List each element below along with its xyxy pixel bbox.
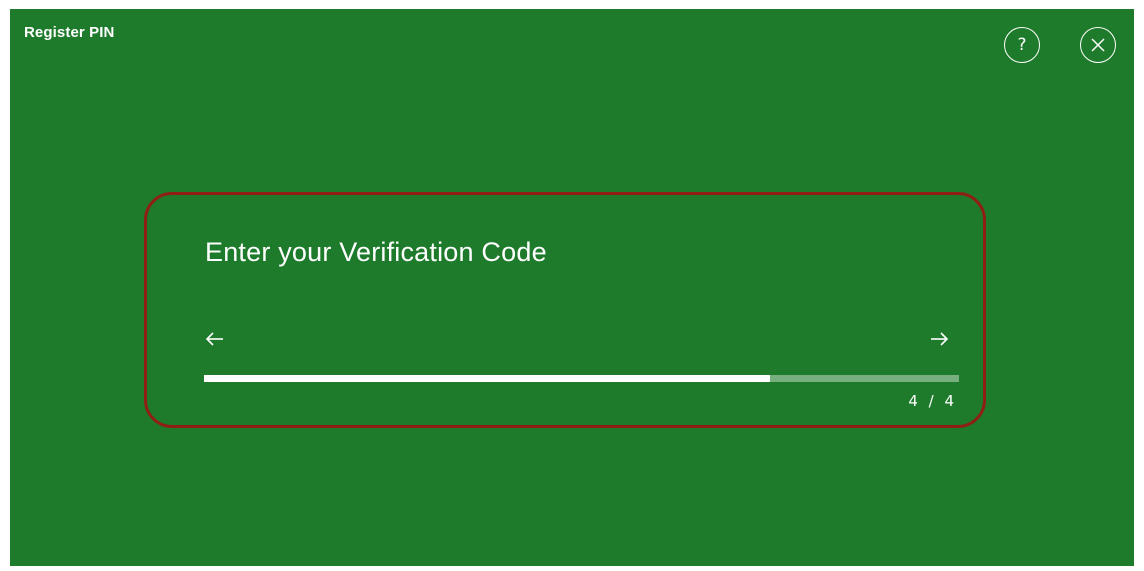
window-title: Register PIN — [24, 24, 115, 41]
progress-bar — [204, 375, 959, 382]
question-circle-icon: ? — [1017, 34, 1027, 55]
close-button[interactable] — [1080, 27, 1116, 63]
step-counter: 4 / 4 — [908, 392, 957, 410]
progress-fill — [204, 375, 771, 382]
arrow-left-icon[interactable] — [203, 327, 227, 351]
card-heading: Enter your Verification Code — [205, 237, 547, 267]
register-pin-screen: Register PIN ? Enter your Verification C… — [10, 9, 1134, 566]
verification-card: Enter your Verification Code 4 / 4 — [144, 192, 986, 428]
arrow-right-icon[interactable] — [927, 327, 951, 351]
help-button[interactable]: ? — [1004, 27, 1040, 63]
close-circle-icon — [1091, 38, 1105, 52]
